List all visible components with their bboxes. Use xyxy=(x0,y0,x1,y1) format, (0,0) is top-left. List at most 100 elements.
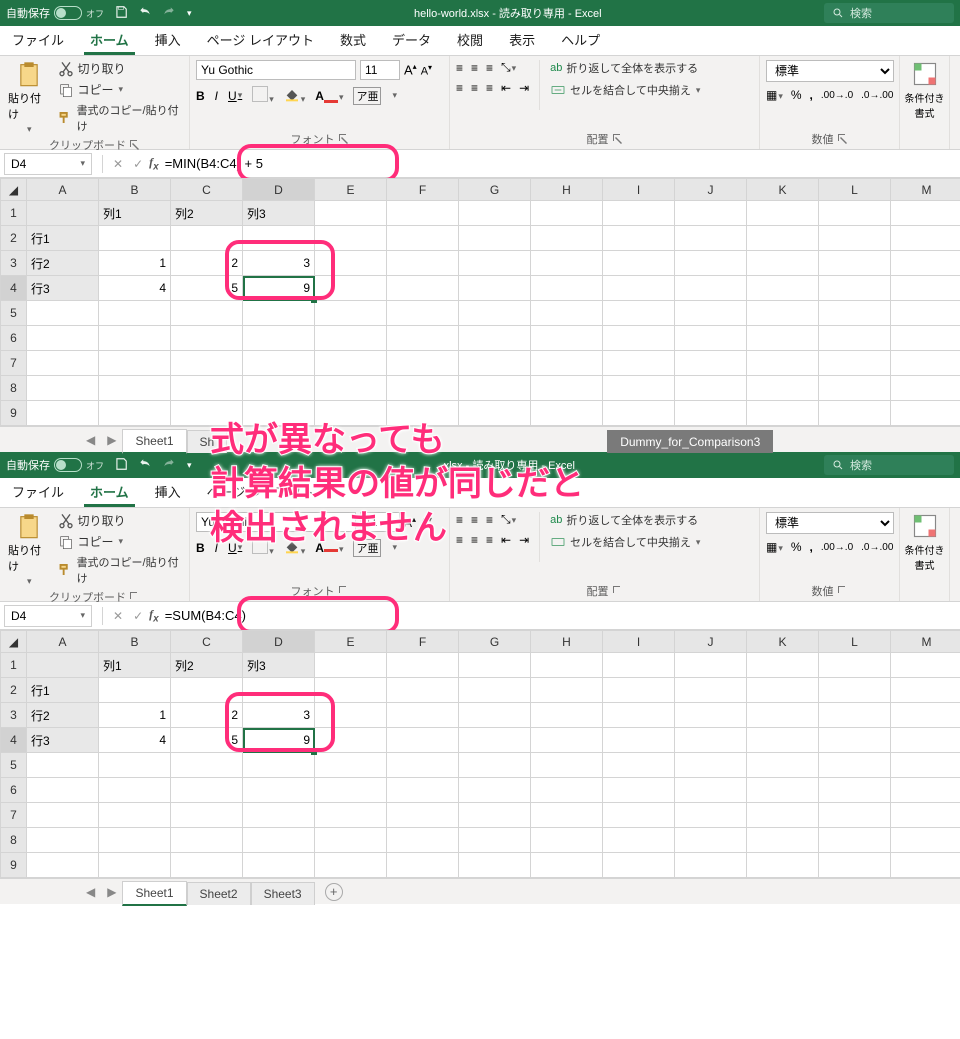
font-color-button[interactable]: A▾ xyxy=(315,541,343,555)
cell[interactable] xyxy=(747,326,819,351)
cell[interactable] xyxy=(675,753,747,778)
cell[interactable] xyxy=(171,678,243,703)
cell[interactable] xyxy=(603,678,675,703)
cell[interactable] xyxy=(747,728,819,753)
row-header[interactable]: 9 xyxy=(1,401,27,426)
column-header[interactable]: M xyxy=(891,631,960,653)
fx-icon[interactable]: fx xyxy=(149,155,159,172)
cell[interactable] xyxy=(171,803,243,828)
menu-data[interactable]: データ xyxy=(386,26,437,55)
font-color-button[interactable]: A▾ xyxy=(315,89,343,103)
cell[interactable] xyxy=(819,803,891,828)
cell[interactable] xyxy=(603,401,675,426)
column-header[interactable]: L xyxy=(819,631,891,653)
cell[interactable] xyxy=(819,276,891,301)
cell[interactable] xyxy=(531,753,603,778)
cell[interactable]: 2 xyxy=(171,703,243,728)
cell[interactable] xyxy=(315,301,387,326)
column-header[interactable]: J xyxy=(675,179,747,201)
decrease-decimal-icon[interactable]: .0→.00 xyxy=(861,90,893,101)
sheet-tab[interactable]: Dummy_for_Comparison3 xyxy=(607,430,773,453)
cell[interactable] xyxy=(747,753,819,778)
cell[interactable] xyxy=(459,351,531,376)
cell[interactable] xyxy=(531,276,603,301)
cell[interactable] xyxy=(387,251,459,276)
cell[interactable] xyxy=(675,276,747,301)
cell[interactable] xyxy=(99,803,171,828)
cell[interactable] xyxy=(387,728,459,753)
cell[interactable]: 行3 xyxy=(27,276,99,301)
cell[interactable] xyxy=(819,251,891,276)
cell[interactable] xyxy=(387,201,459,226)
cut-button[interactable]: 切り取り xyxy=(58,60,184,77)
cell[interactable] xyxy=(27,853,99,878)
menu-help[interactable]: ヘルプ xyxy=(555,26,606,55)
cell[interactable] xyxy=(675,226,747,251)
cell[interactable] xyxy=(315,803,387,828)
cell[interactable] xyxy=(243,803,315,828)
cell[interactable] xyxy=(459,376,531,401)
column-header[interactable]: B xyxy=(99,631,171,653)
add-sheet-button[interactable]: + xyxy=(325,883,343,901)
cell[interactable] xyxy=(99,401,171,426)
menu-insert[interactable]: 挿入 xyxy=(149,26,187,55)
cell[interactable] xyxy=(603,728,675,753)
cell[interactable] xyxy=(675,351,747,376)
dialog-launcher-icon[interactable] xyxy=(613,134,623,144)
cell[interactable] xyxy=(531,778,603,803)
cell[interactable] xyxy=(603,326,675,351)
cell[interactable] xyxy=(99,351,171,376)
row-header[interactable]: 2 xyxy=(1,226,27,251)
cell[interactable] xyxy=(315,276,387,301)
cell[interactable] xyxy=(675,301,747,326)
cell[interactable] xyxy=(603,703,675,728)
redo-icon[interactable] xyxy=(162,5,176,22)
cell[interactable] xyxy=(819,653,891,678)
cell[interactable] xyxy=(819,401,891,426)
cell[interactable] xyxy=(891,276,960,301)
cell[interactable] xyxy=(387,853,459,878)
cell[interactable] xyxy=(891,778,960,803)
sheet-tab[interactable]: Sheet1 xyxy=(122,881,186,906)
font-size-input[interactable] xyxy=(360,60,400,80)
comma-format-icon[interactable]: , xyxy=(810,88,813,102)
cell[interactable] xyxy=(603,351,675,376)
row-header[interactable]: 5 xyxy=(1,301,27,326)
cell[interactable] xyxy=(459,728,531,753)
indent-decrease-icon[interactable]: ⇤ xyxy=(501,81,511,95)
cell[interactable] xyxy=(531,678,603,703)
cell[interactable]: 5 xyxy=(171,276,243,301)
cell[interactable] xyxy=(819,678,891,703)
bold-button[interactable]: B xyxy=(196,541,205,555)
conditional-format-button[interactable]: 条件付き 書式 xyxy=(906,60,943,120)
cell[interactable] xyxy=(171,753,243,778)
column-header[interactable]: D xyxy=(243,179,315,201)
cell[interactable]: 行3 xyxy=(27,728,99,753)
row-header[interactable]: 6 xyxy=(1,326,27,351)
cell[interactable] xyxy=(675,778,747,803)
cell[interactable] xyxy=(459,753,531,778)
cell[interactable] xyxy=(315,226,387,251)
cell[interactable] xyxy=(459,401,531,426)
cell[interactable] xyxy=(99,226,171,251)
sheet-tab[interactable]: Sheet3 xyxy=(251,882,315,905)
cell[interactable] xyxy=(99,853,171,878)
cell[interactable] xyxy=(99,678,171,703)
dialog-launcher-icon[interactable] xyxy=(838,586,848,596)
cell[interactable] xyxy=(819,828,891,853)
row-header[interactable]: 4 xyxy=(1,276,27,301)
cell[interactable]: 列3 xyxy=(243,201,315,226)
column-header[interactable]: A xyxy=(27,179,99,201)
cell[interactable] xyxy=(603,276,675,301)
cell[interactable] xyxy=(243,753,315,778)
cell[interactable] xyxy=(603,828,675,853)
cell[interactable] xyxy=(459,301,531,326)
cell[interactable] xyxy=(747,351,819,376)
row-header[interactable]: 7 xyxy=(1,351,27,376)
cell[interactable] xyxy=(387,678,459,703)
menu-file[interactable]: ファイル xyxy=(6,26,70,55)
conditional-format-button[interactable]: 条件付き 書式 xyxy=(906,512,943,572)
cell[interactable] xyxy=(819,778,891,803)
cell[interactable] xyxy=(891,728,960,753)
column-header[interactable]: H xyxy=(531,179,603,201)
